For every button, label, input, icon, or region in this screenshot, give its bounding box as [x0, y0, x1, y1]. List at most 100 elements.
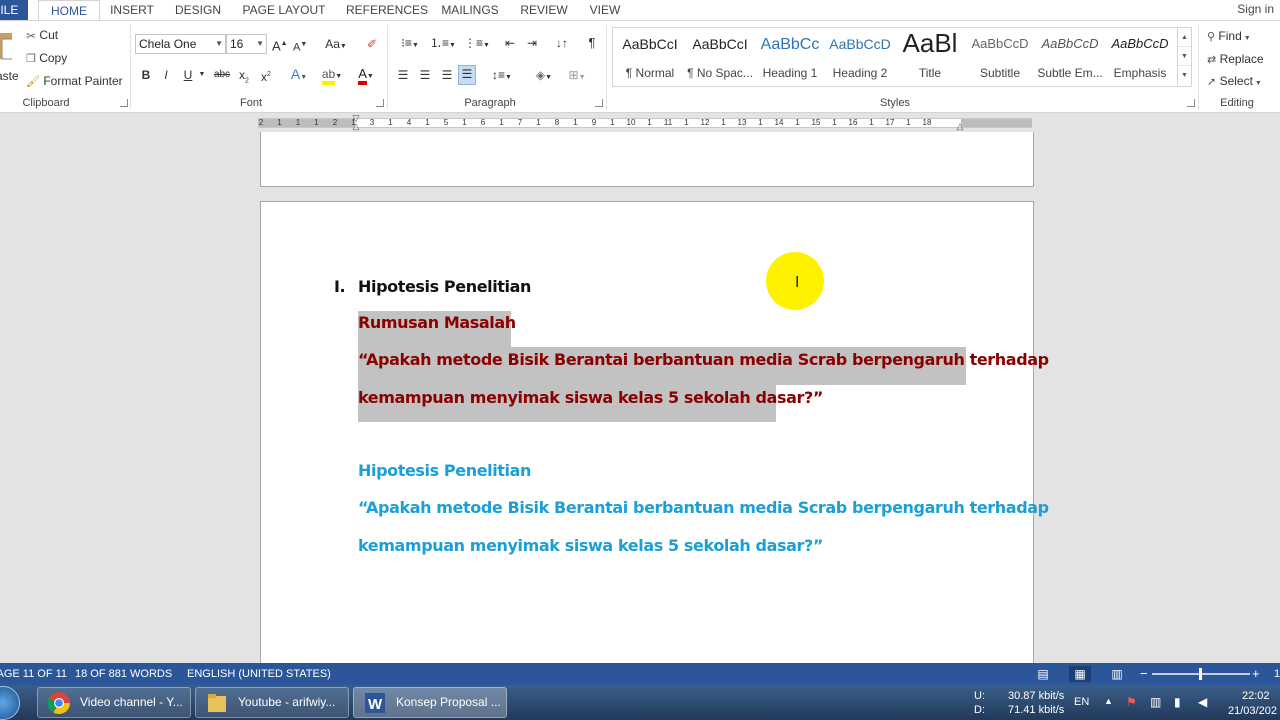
tab-design[interactable]: DESIGN — [174, 0, 222, 20]
style-no-spacing[interactable]: AaBbCcI ¶ No Spac... — [685, 28, 755, 86]
start-button[interactable] — [0, 686, 20, 720]
tab-page-layout[interactable]: PAGE LAYOUT — [242, 0, 326, 20]
expand-gallery-icon[interactable]: ▼ — [1178, 66, 1191, 85]
shading-button[interactable]: ◈▼ — [530, 67, 558, 86]
ruler-tick-label: 2 — [332, 118, 338, 127]
multilevel-list-button[interactable]: ⋮≡▼ — [462, 35, 492, 54]
style-subtitle[interactable]: AaBbCcD Subtitle — [965, 28, 1035, 86]
font-size-combo[interactable]: 16 ▼ — [226, 34, 267, 54]
tab-file[interactable]: FILE — [0, 0, 28, 20]
decrease-indent-button[interactable]: ⇤ — [502, 35, 518, 51]
taskbar-item-word[interactable]: W Konsep Proposal ... — [353, 687, 507, 718]
section-heading[interactable]: Hipotesis Penelitian — [358, 277, 531, 296]
style-normal[interactable]: AaBbCcI ¶ Normal — [615, 28, 685, 86]
select-button[interactable]: ➚ Select ▼ — [1207, 73, 1262, 92]
style-name: Subtitle — [979, 66, 1021, 80]
superscript-button[interactable]: x2 — [258, 67, 274, 85]
read-mode-icon[interactable]: ▤ — [1032, 666, 1054, 682]
rumusan-line-1[interactable]: “Apakah metode Bisik Berantai berbantuan… — [358, 350, 1049, 369]
shrink-font-button[interactable]: A▼ — [293, 37, 307, 56]
clipboard-launcher-icon[interactable] — [120, 99, 128, 107]
replace-button[interactable]: ⇄ Replace — [1207, 51, 1264, 68]
find-button[interactable]: ⚲ Find ▼ — [1207, 28, 1251, 47]
zoom-in-button[interactable]: + — [1252, 663, 1260, 685]
align-center-button[interactable]: ☰ — [417, 67, 433, 83]
subscript-button[interactable]: x2 — [236, 67, 252, 89]
tab-insert[interactable]: INSERT — [108, 0, 156, 20]
language-indicator[interactable]: ENGLISH (UNITED STATES) — [187, 663, 331, 685]
bold-button[interactable]: B — [139, 67, 153, 83]
clear-formatting-button[interactable]: ✐ — [364, 36, 380, 52]
volume-icon[interactable]: ◀ — [1198, 695, 1207, 709]
scroll-up-icon[interactable]: ▲ — [1178, 28, 1191, 47]
style-title[interactable]: AaBl Title — [895, 28, 965, 86]
print-layout-icon[interactable]: ▦ — [1069, 666, 1091, 682]
network-icon[interactable]: ▥ — [1150, 695, 1161, 709]
increase-indent-button[interactable]: ⇥ — [524, 35, 540, 51]
style-subtle-emphasis[interactable]: AaBbCcD Subtle Em... — [1035, 28, 1105, 86]
numbering-button[interactable]: ⒈≡▼ — [428, 35, 458, 54]
power-icon[interactable]: ▮ — [1174, 695, 1181, 709]
show-marks-button[interactable]: ¶ — [584, 35, 600, 51]
rumusan-title[interactable]: Rumusan Masalah — [358, 313, 516, 332]
zoom-level[interactable]: 1 — [1274, 663, 1280, 685]
tab-references[interactable]: REFERENCES — [346, 0, 428, 20]
line-spacing-button[interactable]: ↕≡▼ — [488, 67, 516, 86]
show-hidden-icons[interactable]: ▲ — [1104, 696, 1113, 706]
cut-button[interactable]: ✂ Cut — [26, 27, 58, 44]
justify-button[interactable]: ☰ — [458, 65, 476, 85]
paste-button[interactable]: Paste — [0, 25, 18, 85]
copy-button[interactable]: ❐ Copy — [26, 50, 67, 67]
clock-time[interactable]: 22:02 — [1242, 690, 1270, 702]
word-count[interactable]: 18 OF 881 WORDS — [75, 663, 172, 685]
hipotesis-line-1[interactable]: “Apakah metode Bisik Berantai berbantuan… — [358, 498, 1049, 517]
change-case-button[interactable]: Aa▼ — [322, 36, 350, 55]
scroll-down-icon[interactable]: ▼ — [1178, 47, 1191, 66]
paragraph-launcher-icon[interactable] — [595, 99, 603, 107]
style-emphasis[interactable]: AaBbCcD Emphasis — [1105, 28, 1175, 86]
format-painter-button[interactable]: 🖌 Format Painter — [26, 73, 123, 90]
tab-mailings[interactable]: MAILINGS — [440, 0, 500, 20]
taskbar-item-chrome[interactable]: Video channel - Y... — [37, 687, 191, 718]
zoom-out-button[interactable]: − — [1140, 663, 1148, 685]
sort-button[interactable]: ↓↑ — [554, 35, 570, 51]
style-heading-1[interactable]: AaBbCc Heading 1 — [755, 28, 825, 86]
style-heading-2[interactable]: AaBbCcD Heading 2 — [825, 28, 895, 86]
clock-date[interactable]: 21/03/202 — [1228, 705, 1277, 717]
font-launcher-icon[interactable] — [376, 99, 384, 107]
tab-home[interactable]: HOME — [38, 0, 100, 20]
font-name-combo[interactable]: Chela One ▼ — [135, 34, 226, 54]
font-color-button[interactable]: A▼ — [352, 66, 380, 85]
align-left-button[interactable]: ☰ — [395, 67, 411, 83]
zoom-slider-thumb[interactable] — [1199, 668, 1202, 680]
strikethrough-button[interactable]: abc — [212, 67, 232, 83]
tab-review[interactable]: REVIEW — [520, 0, 568, 20]
align-right-button[interactable]: ☰ — [439, 67, 455, 83]
right-indent-marker-icon[interactable]: △ — [955, 121, 965, 131]
input-language[interactable]: EN — [1074, 696, 1089, 708]
underline-button[interactable]: U — [181, 67, 195, 83]
cut-label: Cut — [39, 28, 59, 42]
styles-launcher-icon[interactable] — [1187, 99, 1195, 107]
borders-button[interactable]: ⊞▼ — [563, 67, 591, 86]
hipotesis-line-2[interactable]: kemampuan menyimak siswa kelas 5 sekolah… — [358, 536, 823, 555]
tab-view[interactable]: VIEW — [588, 0, 622, 20]
web-layout-icon[interactable]: ▥ — [1106, 666, 1128, 682]
sign-in-link[interactable]: Sign in — [1237, 0, 1274, 18]
indent-marker-icon[interactable]: ▽ △ — [351, 114, 361, 132]
page-count[interactable]: PAGE 11 OF 11 — [0, 663, 67, 685]
taskbar-item-explorer[interactable]: Youtube - arifwiy... — [195, 687, 349, 718]
italic-button[interactable]: I — [160, 67, 172, 83]
ruler-tick-label: 17 — [885, 118, 895, 127]
horizontal-ruler[interactable]: 2 1 1 1 2 1 3 1 4 1 5 1 6 1 7 1 8 1 9 1 10 1 11 1 12 1 13 1 14 1 15 1 16… — [0, 114, 1280, 132]
hipotesis-title[interactable]: Hipotesis Penelitian — [358, 461, 531, 480]
highlight-button[interactable]: ab▼ — [318, 66, 346, 85]
bullets-button[interactable]: ⁝≡▼ — [395, 35, 425, 54]
underline-dropdown[interactable]: ▼ — [197, 67, 207, 83]
document-page[interactable]: I. Hipotesis Penelitian Rumusan Masalah … — [260, 201, 1049, 671]
grow-font-button[interactable]: A▲ — [272, 36, 288, 54]
styles-scroll[interactable]: ▲ ▼ ▼ — [1177, 28, 1191, 86]
rumusan-line-2[interactable]: kemampuan menyimak siswa kelas 5 sekolah… — [358, 388, 823, 407]
action-center-icon[interactable]: ⚑ — [1126, 695, 1137, 709]
text-effects-button[interactable]: A▼ — [288, 66, 310, 86]
